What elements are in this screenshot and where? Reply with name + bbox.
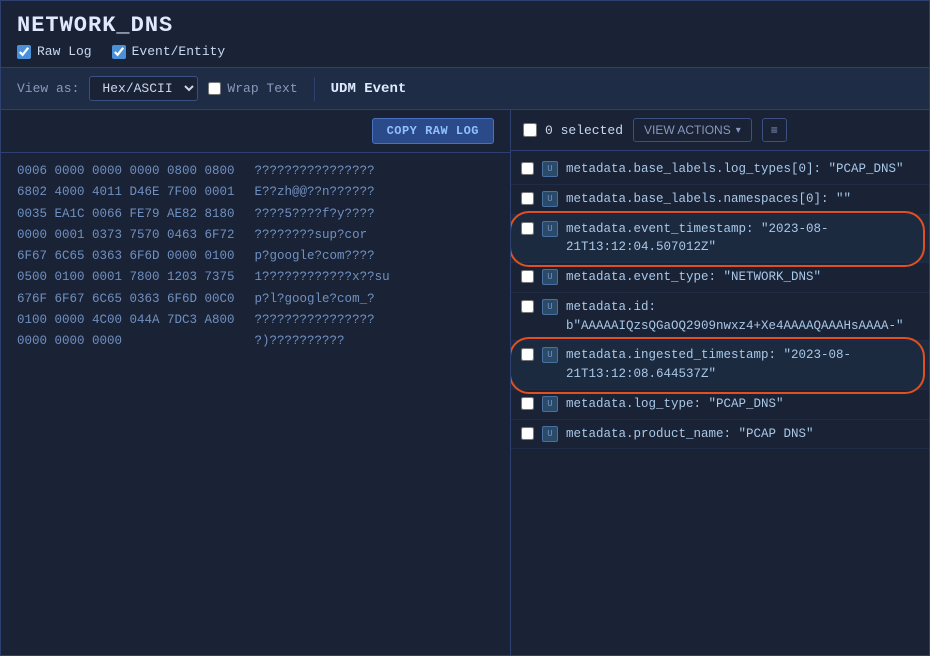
toolbar: View as: Hex/ASCII Raw UTF-8 Wrap Text U… [1, 68, 929, 110]
event-entity-label: Event/Entity [132, 44, 226, 59]
view-as-select[interactable]: Hex/ASCII Raw UTF-8 [89, 76, 198, 101]
copy-raw-log-button[interactable]: COPY RAW LOG [372, 118, 494, 144]
chevron-down-icon: ▾ [736, 125, 741, 136]
udm-item-icon: U [542, 396, 558, 412]
view-actions-button[interactable]: VIEW ACTIONS ▾ [633, 118, 752, 142]
udm-item-icon: U [542, 191, 558, 207]
udm-toolbar: 0 selected VIEW ACTIONS ▾ ≡ [511, 110, 929, 151]
udm-item-value: "NETWORK_DNS" [724, 270, 822, 284]
udm-item-icon: U [542, 299, 558, 315]
udm-list-item: Umetadata.base_labels.log_types[0]: "PCA… [511, 155, 929, 185]
view-actions-label: VIEW ACTIONS [644, 123, 731, 137]
udm-item-key: metadata.ingested_timestamp: [566, 348, 784, 362]
udm-list-item: Umetadata.id: b"AAAAAIQzsQGaOQ2909nwxz4+… [511, 293, 929, 342]
copy-raw-log-bar: COPY RAW LOG [1, 110, 510, 153]
wrap-text-checkbox[interactable] [208, 82, 221, 95]
udm-item-value: "PCAP DNS" [739, 427, 814, 441]
udm-item-key: metadata.id: [566, 300, 656, 314]
header-checkboxes: Raw Log Event/Entity [17, 44, 913, 59]
udm-item-icon: U [542, 221, 558, 237]
udm-list-item: Umetadata.base_labels.namespaces[0]: "" [511, 185, 929, 215]
udm-item-checkbox[interactable] [521, 427, 534, 440]
hex-column: 0006 0000 0000 0000 0800 0800 6802 4000 … [1, 161, 245, 647]
udm-event-label: UDM Event [331, 81, 407, 97]
main-content: COPY RAW LOG 0006 0000 0000 0000 0800 08… [1, 110, 929, 655]
udm-item-icon: U [542, 161, 558, 177]
wrap-text-text: Wrap Text [227, 81, 297, 96]
event-entity-checkbox[interactable] [112, 45, 126, 59]
udm-list-item: Umetadata.product_name: "PCAP DNS" [511, 420, 929, 450]
udm-item-checkbox[interactable] [521, 192, 534, 205]
udm-item-text: metadata.base_labels.log_types[0]: "PCAP… [566, 160, 919, 179]
event-entity-checkbox-label[interactable]: Event/Entity [112, 44, 226, 59]
toolbar-left: View as: Hex/ASCII Raw UTF-8 Wrap Text [17, 76, 298, 101]
udm-item-key: metadata.event_timestamp: [566, 222, 761, 236]
udm-item-value: "PCAP_DNS" [709, 397, 784, 411]
udm-item-checkbox[interactable] [521, 162, 534, 175]
header: NETWORK_DNS Raw Log Event/Entity [1, 1, 929, 68]
page-title: NETWORK_DNS [17, 13, 913, 38]
udm-item-text: metadata.event_type: "NETWORK_DNS" [566, 268, 919, 287]
udm-list: Umetadata.base_labels.log_types[0]: "PCA… [511, 151, 929, 655]
select-all-checkbox[interactable] [523, 123, 537, 137]
selected-count-text: 0 selected [545, 123, 623, 138]
raw-log-content: 0006 0000 0000 0000 0800 0800 6802 4000 … [1, 153, 510, 655]
udm-item-key: metadata.event_type: [566, 270, 724, 284]
right-panel: 0 selected VIEW ACTIONS ▾ ≡ Umetadata.ba… [511, 110, 929, 655]
udm-item-text: metadata.ingested_timestamp: "2023-08-21… [566, 346, 919, 384]
udm-item-checkbox[interactable] [521, 300, 534, 313]
udm-item-checkbox[interactable] [521, 222, 534, 235]
udm-list-item: Umetadata.event_timestamp: "2023-08-21T1… [511, 215, 929, 264]
toolbar-divider [314, 77, 315, 101]
selected-count-container: 0 selected [523, 123, 623, 138]
udm-item-key: metadata.base_labels.log_types[0]: [566, 162, 829, 176]
udm-item-text: metadata.log_type: "PCAP_DNS" [566, 395, 919, 414]
left-panel: COPY RAW LOG 0006 0000 0000 0000 0800 08… [1, 110, 511, 655]
udm-item-key: metadata.product_name: [566, 427, 739, 441]
udm-item-text: metadata.product_name: "PCAP DNS" [566, 425, 919, 444]
udm-item-value: "" [836, 192, 851, 206]
udm-item-text: metadata.base_labels.namespaces[0]: "" [566, 190, 919, 209]
ascii-column: ???????????????? E??zh@@??n?????? ????5?… [245, 161, 400, 647]
udm-item-checkbox[interactable] [521, 397, 534, 410]
udm-list-item: Umetadata.log_type: "PCAP_DNS" [511, 390, 929, 420]
udm-list-item: Umetadata.event_type: "NETWORK_DNS" [511, 263, 929, 293]
filter-button[interactable]: ≡ [762, 118, 787, 142]
udm-item-icon: U [542, 269, 558, 285]
raw-log-checkbox[interactable] [17, 45, 31, 59]
udm-list-item: Umetadata.ingested_timestamp: "2023-08-2… [511, 341, 929, 390]
udm-item-icon: U [542, 347, 558, 363]
udm-item-value: b"AAAAAIQzsQGaOQ2909nwxz4+Xe4AAAAQAAAHsA… [566, 319, 904, 333]
udm-item-checkbox[interactable] [521, 270, 534, 283]
udm-item-key: metadata.log_type: [566, 397, 709, 411]
udm-item-text: metadata.event_timestamp: "2023-08-21T13… [566, 220, 919, 258]
udm-item-value: "PCAP_DNS" [829, 162, 904, 176]
udm-item-key: metadata.base_labels.namespaces[0]: [566, 192, 836, 206]
wrap-text-label[interactable]: Wrap Text [208, 81, 297, 96]
raw-log-label: Raw Log [37, 44, 92, 59]
udm-item-icon: U [542, 426, 558, 442]
view-as-label: View as: [17, 81, 79, 96]
udm-item-checkbox[interactable] [521, 348, 534, 361]
udm-item-text: metadata.id: b"AAAAAIQzsQGaOQ2909nwxz4+X… [566, 298, 919, 336]
raw-log-checkbox-label[interactable]: Raw Log [17, 44, 92, 59]
